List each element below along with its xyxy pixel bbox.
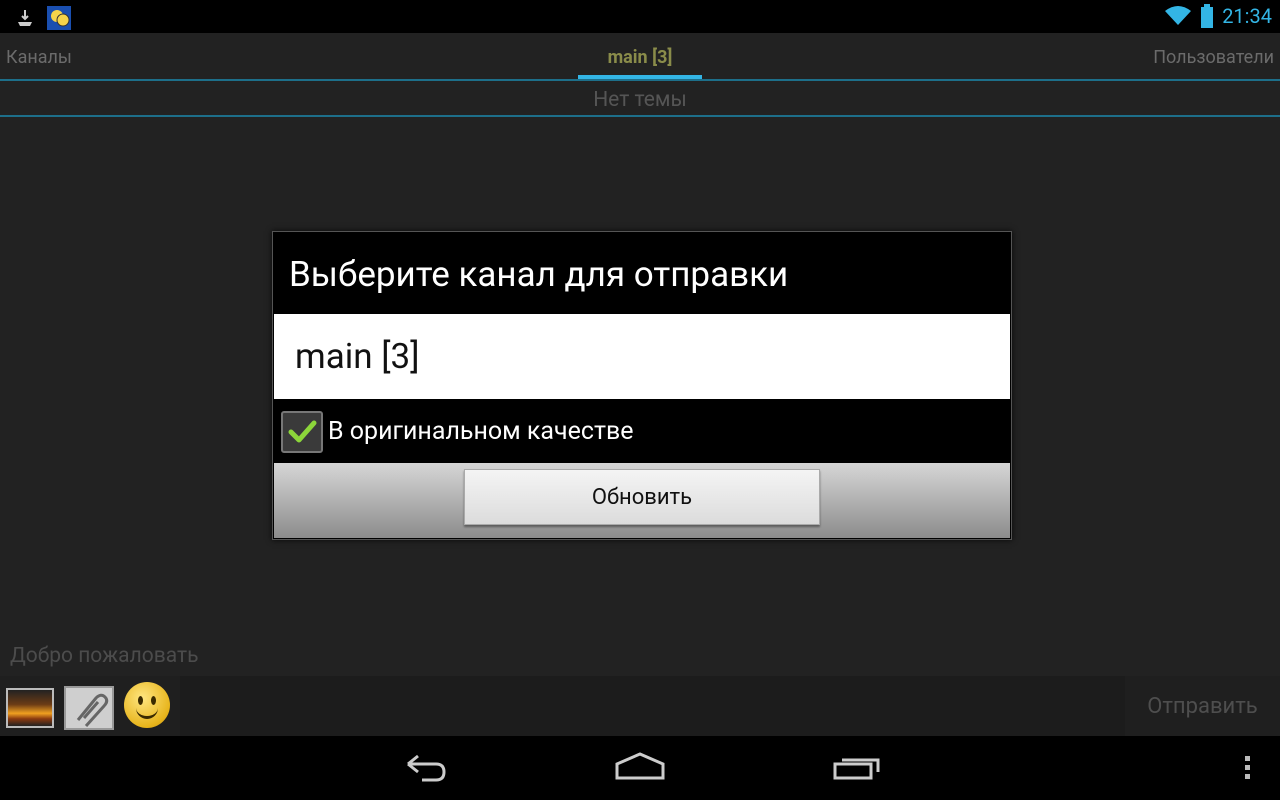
original-quality-row[interactable]: В оригинальном качестве [274, 399, 1010, 463]
original-quality-checkbox[interactable] [281, 411, 323, 453]
dialog-overlay: Выберите канал для отправки main [3] В о… [0, 0, 1280, 800]
channel-option[interactable]: main [3] [274, 314, 1010, 399]
check-icon [288, 420, 317, 443]
dialog-button-bar: Обновить [274, 463, 1010, 538]
update-button[interactable]: Обновить [464, 469, 820, 525]
channel-option-label: main [3] [295, 336, 420, 377]
select-channel-dialog: Выберите канал для отправки main [3] В о… [272, 231, 1012, 540]
original-quality-label: В оригинальном качестве [328, 417, 634, 446]
dialog-title: Выберите канал для отправки [289, 254, 789, 295]
